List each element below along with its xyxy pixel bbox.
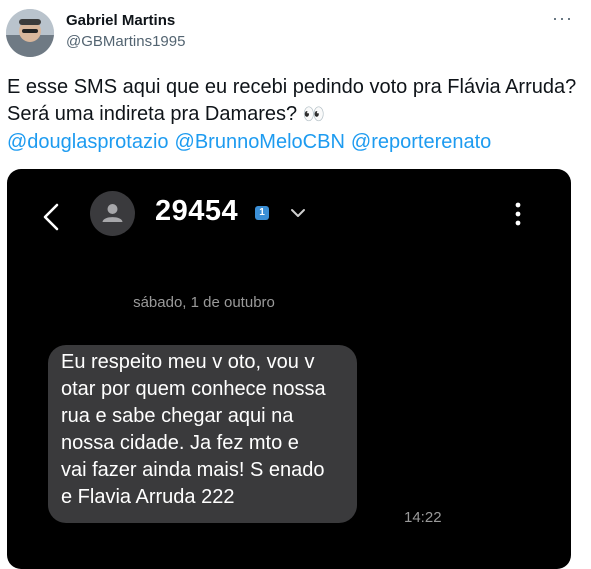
author-handle[interactable]: @GBMartins1995: [66, 33, 185, 50]
date-divider-text: sábado, 1 de outubro: [133, 294, 275, 311]
mention-link[interactable]: @douglasprotazio: [7, 131, 169, 153]
message-line: Eu respeito meu v oto, vou v: [61, 351, 315, 373]
more-vertical-icon: [515, 202, 521, 226]
message-bubble: Eu respeito meu v oto, vou v otar por qu…: [48, 345, 357, 523]
message-line: rua e sabe chegar aqui na: [61, 405, 294, 427]
tweet-body: E esse SMS aqui que eu recebi pedindo vo…: [7, 76, 582, 125]
author-avatar[interactable]: [6, 9, 54, 57]
sim-badge: 1: [255, 206, 269, 220]
chevron-down-icon: [291, 209, 305, 217]
mention-link[interactable]: @reporterenato: [351, 131, 491, 153]
back-arrow-icon: [43, 203, 59, 231]
sender-number: 29454: [155, 195, 239, 227]
sms-screenshot[interactable]: 29454 1 sábado, 1 de outubro Eu respeito…: [7, 169, 571, 569]
message-line: otar por quem conhece nossa: [61, 378, 326, 400]
eyes-emoji: 👀: [302, 104, 326, 124]
person-icon: [102, 204, 123, 222]
date-divider: sábado, 1 de outubro: [7, 294, 571, 311]
tweet-text: E esse SMS aqui que eu recebi pedindo vo…: [7, 74, 583, 128]
message-time: 14:22: [404, 509, 442, 526]
more-horizontal-icon[interactable]: ···: [552, 8, 573, 29]
author-name[interactable]: Gabriel Martins: [66, 12, 175, 29]
message-line: e Flavia Arruda 222: [61, 486, 235, 508]
mention-link[interactable]: @BrunnoMeloCBN: [175, 131, 345, 153]
contact-avatar: [90, 191, 135, 236]
tweet-mentions: @douglasprotazio @BrunnoMeloCBN @reportere…: [7, 129, 497, 156]
message-line: nossa cidade. Ja fez mto e: [61, 432, 299, 454]
message-line: vai fazer ainda mais! S enado: [61, 459, 325, 481]
